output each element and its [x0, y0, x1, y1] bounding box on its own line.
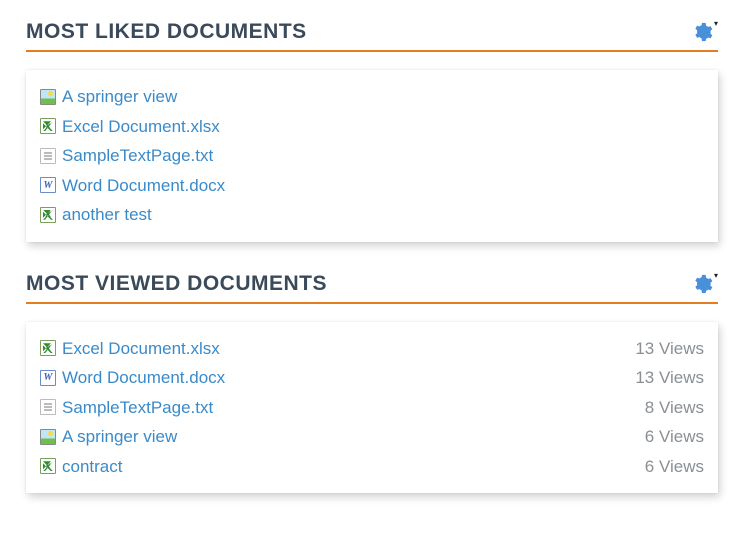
list-item: SampleTextPage.txt: [40, 141, 704, 171]
excel-file-icon: [40, 458, 56, 474]
list-item: Word Document.docx: [40, 171, 704, 201]
document-link[interactable]: SampleTextPage.txt: [62, 395, 213, 421]
text-file-icon: [40, 399, 56, 415]
document-link[interactable]: another test: [62, 202, 152, 228]
panel-body: Excel Document.xlsx 13 Views Word Docume…: [26, 322, 718, 494]
list-item: A springer view: [40, 82, 704, 112]
excel-file-icon: [40, 207, 56, 223]
view-count: 6 Views: [645, 424, 704, 450]
panel-header: MOST VIEWED DOCUMENTS ▾: [26, 272, 718, 304]
panel-settings-button[interactable]: ▾: [691, 273, 718, 295]
panel-title: MOST VIEWED DOCUMENTS: [26, 272, 327, 296]
text-file-icon: [40, 148, 56, 164]
list-item: SampleTextPage.txt 8 Views: [40, 393, 704, 423]
document-link[interactable]: A springer view: [62, 424, 177, 450]
panel-settings-button[interactable]: ▾: [691, 21, 718, 43]
image-file-icon: [40, 429, 56, 445]
gear-icon: [691, 21, 713, 43]
chevron-down-icon: ▾: [714, 271, 718, 280]
most-viewed-panel: MOST VIEWED DOCUMENTS ▾ Excel Document.x…: [26, 272, 718, 494]
excel-file-icon: [40, 118, 56, 134]
document-link[interactable]: Excel Document.xlsx: [62, 336, 220, 362]
view-count: 6 Views: [645, 454, 704, 480]
document-link[interactable]: Word Document.docx: [62, 173, 225, 199]
chevron-down-icon: ▾: [714, 19, 718, 28]
list-item: Excel Document.xlsx: [40, 112, 704, 142]
panel-header: MOST LIKED DOCUMENTS ▾: [26, 20, 718, 52]
list-item: another test: [40, 200, 704, 230]
document-link[interactable]: A springer view: [62, 84, 177, 110]
list-item: contract 6 Views: [40, 452, 704, 482]
view-count: 8 Views: [645, 395, 704, 421]
list-item: A springer view 6 Views: [40, 422, 704, 452]
document-link[interactable]: Word Document.docx: [62, 365, 225, 391]
list-item: Excel Document.xlsx 13 Views: [40, 334, 704, 364]
list-item: Word Document.docx 13 Views: [40, 363, 704, 393]
document-link[interactable]: Excel Document.xlsx: [62, 114, 220, 140]
document-link[interactable]: SampleTextPage.txt: [62, 143, 213, 169]
gear-icon: [691, 273, 713, 295]
view-count: 13 Views: [635, 336, 704, 362]
document-link[interactable]: contract: [62, 454, 122, 480]
view-count: 13 Views: [635, 365, 704, 391]
panel-body: A springer view Excel Document.xlsx Samp…: [26, 70, 718, 242]
image-file-icon: [40, 89, 56, 105]
panel-title: MOST LIKED DOCUMENTS: [26, 20, 307, 44]
most-liked-panel: MOST LIKED DOCUMENTS ▾ A springer view E…: [26, 20, 718, 242]
excel-file-icon: [40, 340, 56, 356]
word-file-icon: [40, 177, 56, 193]
word-file-icon: [40, 370, 56, 386]
